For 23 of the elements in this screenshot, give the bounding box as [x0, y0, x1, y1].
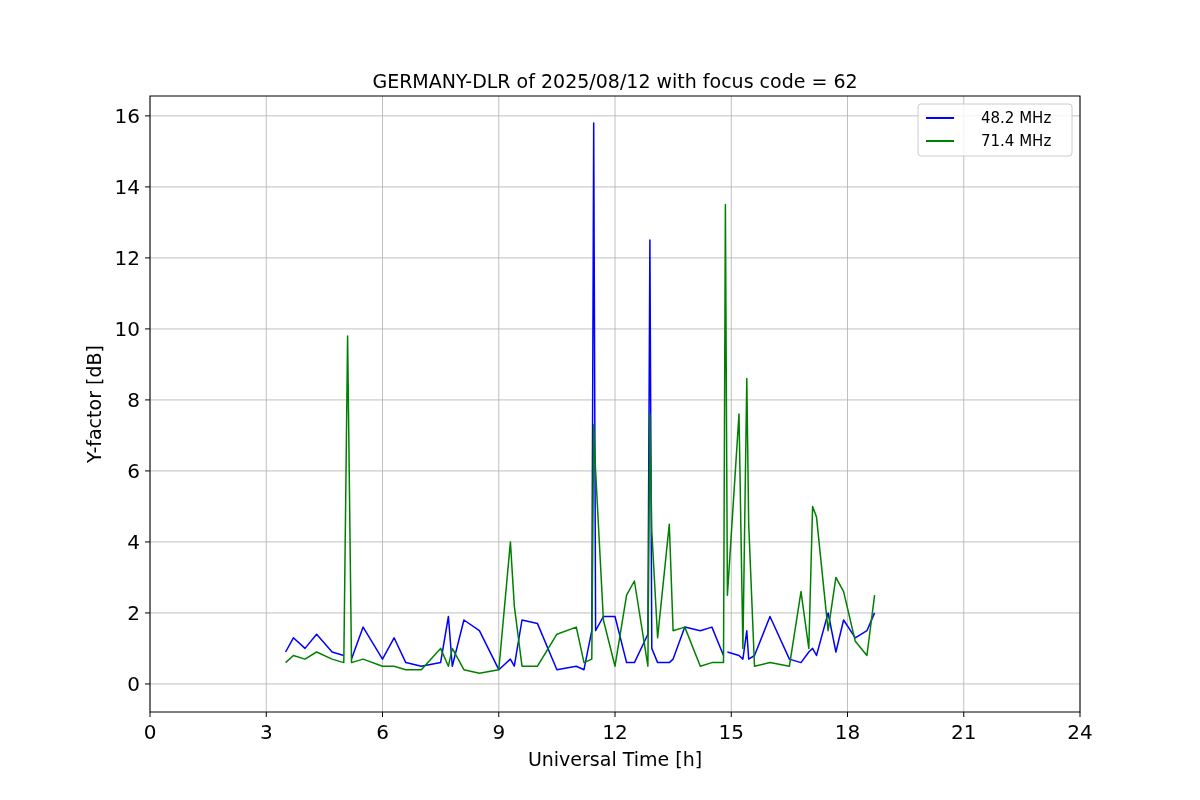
y-tick-label: 12 [114, 245, 140, 270]
x-tick-label: 3 [259, 720, 273, 744]
legend-label: 48.2 MHz [981, 109, 1052, 127]
x-tick-label: 9 [492, 720, 506, 744]
y-tick-label: 14 [114, 174, 140, 199]
x-tick-label: 18 [834, 720, 861, 744]
x-axis-label: Universal Time [h] [527, 748, 703, 770]
x-tick-label: 21 [951, 720, 977, 744]
y-tick-label: 10 [114, 316, 140, 341]
legend-label: 71.4 MHz [981, 132, 1052, 150]
y-tick-label: 2 [127, 600, 140, 625]
x-tick-label: 0 [143, 720, 157, 744]
y-tick-label: 4 [127, 529, 140, 554]
chart-title: GERMANY-DLR of 2025/08/12 with focus code = 62 [372, 70, 858, 92]
x-tick-label: 6 [376, 720, 389, 744]
x-tick-label: 24 [1067, 720, 1093, 744]
y-tick-label: 8 [127, 387, 140, 412]
y-tick-label: 0 [127, 671, 140, 696]
y-tick-label: 16 [114, 103, 140, 128]
x-tick-label: 12 [602, 720, 628, 744]
y-axis-label: Y-factor [dB] [83, 345, 105, 463]
y-tick-label: 6 [127, 458, 140, 483]
x-tick-label: 15 [718, 720, 744, 744]
